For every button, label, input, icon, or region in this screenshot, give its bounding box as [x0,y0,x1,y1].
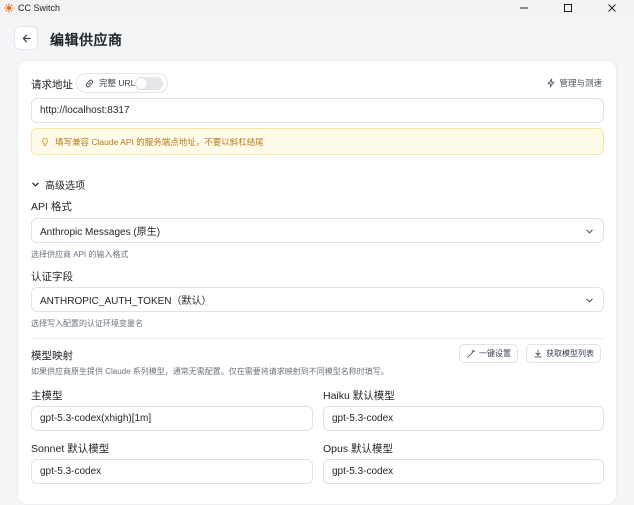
chevron-down-icon [32,182,39,187]
section-divider [31,338,604,339]
sonnet-model-value: gpt-5.3-codex [40,466,102,477]
page-title: 编辑供应商 [50,32,123,48]
lightbulb-icon [41,137,49,146]
cc-switch-logo-icon [4,3,14,13]
advanced-options-label: 高级选项 [45,181,85,192]
warning-text: 填写兼容 Claude API 的服务端点地址，不要以斜杠结尾 [55,136,264,147]
auth-field-selected: ANTHROPIC_AUTH_TOKEN（默认） [40,296,212,307]
main-model-value: gpt-5.3-codex(xhigh)[1m] [40,413,152,424]
advanced-options-toggle[interactable]: 高级选项 [31,177,85,192]
full-url-switch[interactable] [135,77,163,90]
full-url-toggle-label: 完整 URL [99,78,136,88]
page-header: 编辑供应商 [0,16,634,60]
back-button[interactable] [14,26,38,50]
manage-link-label: 管理与测速 [559,78,602,88]
sonnet-model-label: Sonnet 默认模型 [31,443,110,455]
haiku-model-input[interactable]: gpt-5.3-codex [323,406,604,431]
maximize-button[interactable] [546,0,590,16]
api-format-select[interactable]: Anthropic Messages (原生) [31,218,604,243]
opus-model-value: gpt-5.3-codex [332,466,394,477]
request-url-input[interactable]: http://localhost:8317 [31,98,604,123]
download-icon [534,349,542,357]
chevron-down-icon [586,229,593,234]
fetch-model-list-label: 获取模型列表 [546,349,594,358]
arrow-left-icon [22,34,31,42]
close-icon [608,4,616,12]
one-click-setup-button[interactable]: 一键设置 [459,344,518,363]
auth-field-label: 认证字段 [31,271,73,283]
maximize-icon [564,4,572,12]
link-icon [85,79,94,87]
zap-icon [548,78,555,88]
minimize-button[interactable] [502,0,546,16]
request-url-value: http://localhost:8317 [40,105,130,116]
api-format-selected: Anthropic Messages (原生) [40,227,161,238]
opus-model-input[interactable]: gpt-5.3-codex [323,459,604,484]
close-button[interactable] [590,0,634,16]
sonnet-model-input[interactable]: gpt-5.3-codex [31,459,313,484]
auth-field-hint: 选择写入配置的认证环境变量名 [31,319,143,328]
window-titlebar: CC Switch [0,0,634,16]
main-model-label: 主模型 [31,390,63,402]
fetch-model-list-button[interactable]: 获取模型列表 [526,344,601,363]
magic-wand-icon [467,349,476,358]
main-model-input[interactable]: gpt-5.3-codex(xhigh)[1m] [31,406,313,431]
request-url-label: 请求地址 [31,79,73,91]
model-mapping-hint: 如果供应商原生提供 Claude 系列模型，通常无需配置。仅在需要将请求映射到不… [31,367,389,376]
opus-model-label: Opus 默认模型 [323,443,394,455]
minimize-icon [520,7,528,9]
manage-and-speedtest-link[interactable]: 管理与测速 [546,77,602,89]
full-url-toggle[interactable]: 完整 URL [76,73,168,93]
auth-field-select[interactable]: ANTHROPIC_AUTH_TOKEN（默认） [31,287,604,312]
provider-form-card [17,60,617,505]
one-click-setup-label: 一键设置 [479,349,511,358]
chevron-down-icon [586,298,593,303]
api-format-label: API 格式 [31,201,72,213]
window-title: CC Switch [18,3,61,13]
haiku-model-label: Haiku 默认模型 [323,390,395,402]
request-url-warning: 填写兼容 Claude API 的服务端点地址，不要以斜杠结尾 [31,128,604,155]
model-mapping-title: 模型映射 [31,350,73,362]
api-format-hint: 选择供应商 API 的输入格式 [31,250,129,259]
haiku-model-value: gpt-5.3-codex [332,413,394,424]
